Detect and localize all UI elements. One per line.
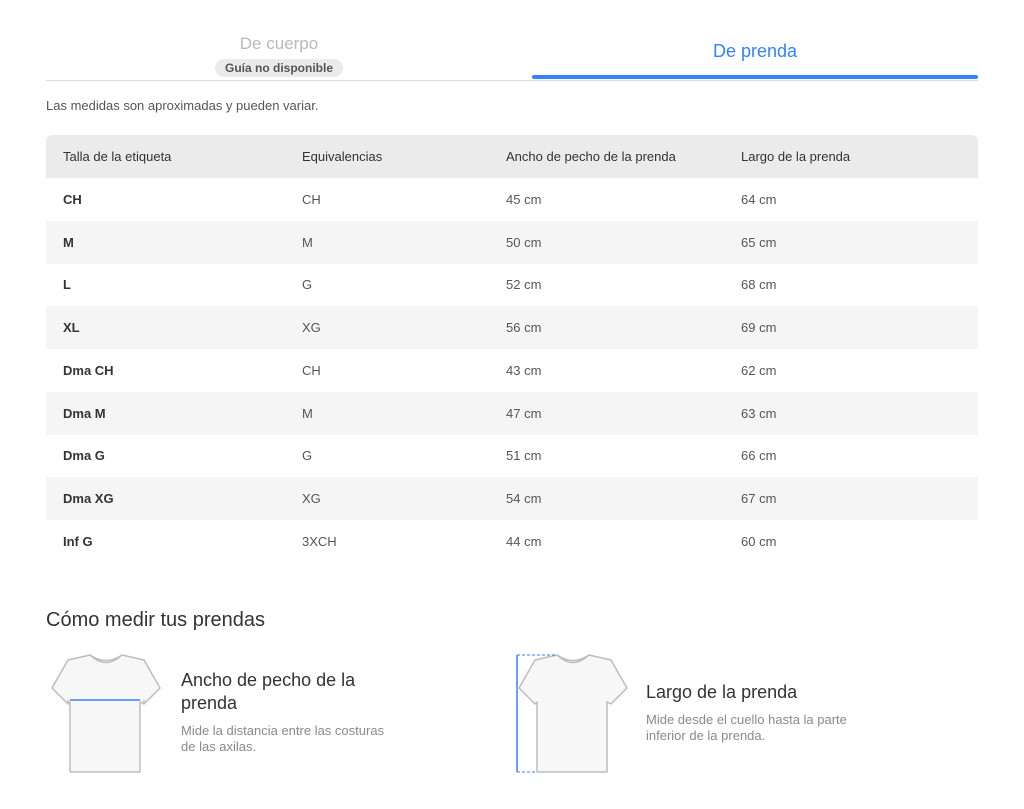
header-chest-width: Ancho de pecho de la prenda: [506, 149, 676, 164]
size-table: Talla de la etiqueta Equivalencias Ancho…: [46, 135, 978, 563]
equivalence-cell: XG: [302, 491, 321, 507]
table-row: Dma M M 47 cm 63 cm: [46, 391, 978, 435]
table-row: Dma XG XG 54 cm 67 cm: [46, 477, 978, 520]
length-cell: 63 cm: [741, 405, 777, 421]
chest-measure-desc: Mide la distancia entre las costuras de …: [181, 723, 385, 754]
tab-garment-label: De prenda: [712, 41, 798, 61]
chest-cell: 54 cm: [506, 491, 542, 507]
tab-body-label: De cuerpo: [239, 34, 319, 53]
equivalence-cell: CH: [302, 191, 321, 207]
chest-cell: 45 cm: [506, 191, 542, 207]
length-measure-title: Largo de la prenda: [646, 682, 798, 702]
length-cell: 65 cm: [741, 234, 777, 250]
chest-measure-title: Ancho de pecho de la prenda: [181, 670, 356, 713]
size-cell: L: [63, 277, 71, 293]
how-to-measure-title: Cómo medir tus prendas: [46, 609, 265, 631]
header-length: Largo de la prenda: [741, 149, 851, 164]
equivalence-cell: G: [302, 277, 313, 293]
length-cell: 64 cm: [741, 191, 777, 207]
table-row: CH CH 45 cm 64 cm: [46, 178, 978, 221]
table-row: Inf G 3XCH 44 cm 60 cm: [46, 520, 978, 563]
equivalence-cell: XG: [302, 320, 321, 336]
size-cell: Dma G: [63, 448, 105, 464]
size-cell: Dma XG: [63, 491, 114, 507]
header-label-size: Talla de la etiqueta: [63, 149, 172, 164]
chest-cell: 51 cm: [506, 448, 542, 464]
table-header: Talla de la etiqueta Equivalencias Ancho…: [46, 135, 978, 178]
length-measure-desc: Mide desde el cuello hasta la parte infe…: [646, 712, 847, 743]
tshirt-length-icon: [516, 654, 628, 773]
measurement-tabs: De cuerpo Guía no disponible De prenda: [46, 20, 978, 81]
length-cell: 62 cm: [741, 362, 777, 378]
active-tab-indicator: [532, 75, 978, 79]
table-row: Dma G G 51 cm 66 cm: [46, 435, 978, 478]
chest-cell: 44 cm: [506, 533, 542, 549]
equivalence-cell: CH: [302, 362, 321, 378]
equivalence-cell: M: [302, 405, 313, 421]
tshirt-chest-icon: [51, 654, 161, 773]
table-row: M M 50 cm 65 cm: [46, 220, 978, 264]
tab-body-measurements[interactable]: De cuerpo Guía no disponible: [46, 20, 512, 80]
length-cell: 67 cm: [741, 491, 777, 507]
size-cell: CH: [63, 191, 82, 207]
table-row: L G 52 cm 68 cm: [46, 264, 978, 307]
tab-garment-measurements[interactable]: De prenda: [532, 20, 978, 80]
size-cell: XL: [63, 320, 80, 336]
table-row: XL XG 56 cm 69 cm: [46, 306, 978, 349]
chest-cell: 56 cm: [506, 320, 542, 336]
chest-cell: 50 cm: [506, 234, 542, 250]
length-cell: 60 cm: [741, 533, 777, 549]
size-cell: M: [63, 234, 74, 250]
equivalence-cell: 3XCH: [302, 533, 337, 549]
length-cell: 68 cm: [741, 277, 777, 293]
chest-cell: 52 cm: [506, 277, 542, 293]
header-equivalences: Equivalencias: [302, 149, 383, 164]
approximation-note: Las medidas son aproximadas y pueden var…: [46, 98, 319, 113]
size-cell: Dma M: [63, 405, 106, 421]
chest-cell: 47 cm: [506, 405, 542, 421]
unavailable-badge: Guía no disponible: [215, 59, 343, 77]
size-cell: Dma CH: [63, 362, 114, 378]
equivalence-cell: M: [302, 234, 313, 250]
table-row: Dma CH CH 43 cm 62 cm: [46, 349, 978, 392]
equivalence-cell: G: [302, 448, 313, 464]
length-cell: 66 cm: [741, 448, 777, 464]
size-cell: Inf G: [63, 533, 93, 549]
length-cell: 69 cm: [741, 320, 777, 336]
chest-cell: 43 cm: [506, 362, 542, 378]
